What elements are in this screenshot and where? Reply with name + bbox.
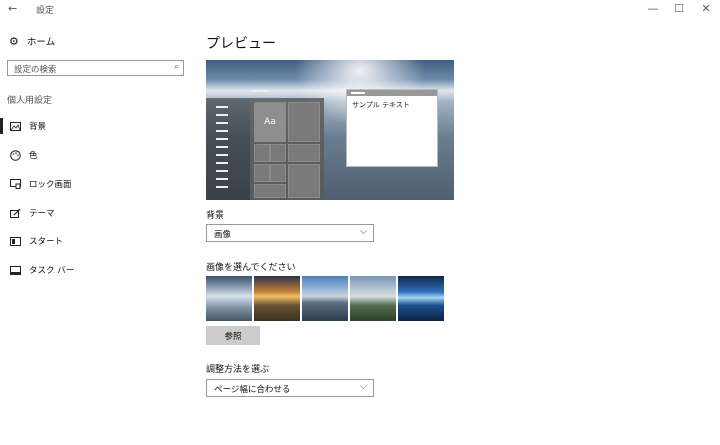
- background-dropdown[interactable]: 画像 ⌵: [206, 224, 374, 242]
- preview-window: サンプル テキスト: [346, 89, 438, 167]
- preview-heading: プレビュー: [206, 36, 276, 52]
- lock-screen-icon: [9, 179, 21, 189]
- chevron-down-icon: ⌵: [360, 382, 367, 392]
- sidebar-item-color[interactable]: 色: [0, 145, 190, 165]
- sidebar-item-lock-screen[interactable]: ロック画面: [0, 174, 190, 194]
- preview-tile-aa: Aa: [254, 102, 286, 142]
- picture-thumbnail[interactable]: [350, 276, 396, 321]
- browse-button[interactable]: 参照: [206, 326, 260, 345]
- theme-icon: [9, 208, 21, 218]
- close-button[interactable]: ✕: [699, 2, 713, 15]
- section-title: 個人用設定: [7, 96, 53, 106]
- home-link[interactable]: ⚙ ホーム: [9, 34, 56, 49]
- palette-icon: [9, 149, 21, 161]
- sidebar-item-label: スタート: [29, 237, 64, 247]
- preview-start-list: [206, 98, 250, 200]
- background-label: 背景: [206, 211, 225, 221]
- sidebar-item-start[interactable]: スタート: [0, 231, 190, 251]
- search-input[interactable]: 設定の検索 ⌕: [7, 60, 184, 76]
- chevron-down-icon: ⌵: [360, 227, 367, 237]
- taskbar-icon: [9, 265, 21, 275]
- background-dropdown-value: 画像: [214, 230, 232, 240]
- minimize-button[interactable]: —: [646, 2, 660, 15]
- sidebar: ⚙ ホーム 設定の検索 ⌕ 個人用設定 背景 色 ロック画面 テーマ スタート: [0, 18, 195, 445]
- picture-thumbnail[interactable]: [206, 276, 252, 321]
- picture-thumbnail[interactable]: [398, 276, 444, 321]
- sidebar-item-label: ロック画面: [29, 180, 72, 190]
- window-title: 設定: [36, 6, 55, 16]
- preview-window-text: サンプル テキスト: [352, 101, 410, 109]
- start-icon: [9, 236, 21, 246]
- sidebar-item-label: 色: [29, 151, 38, 161]
- sidebar-item-theme[interactable]: テーマ: [0, 203, 190, 223]
- choose-picture-label: 画像を選んでください: [206, 263, 296, 273]
- fit-label: 調整方法を選ぶ: [206, 365, 270, 375]
- preview-image: Aa サンプル テキスト: [206, 60, 454, 200]
- back-arrow-icon[interactable]: ←: [8, 2, 17, 15]
- home-label: ホーム: [26, 37, 56, 48]
- gear-icon: ⚙: [9, 34, 19, 48]
- sidebar-item-taskbar[interactable]: タスク バー: [0, 260, 190, 280]
- title-bar: ← 設定 — ☐ ✕: [0, 0, 720, 18]
- maximize-button[interactable]: ☐: [672, 2, 686, 15]
- fit-dropdown[interactable]: ページ幅に合わせる ⌵: [206, 379, 374, 397]
- fit-dropdown-value: ページ幅に合わせる: [214, 385, 291, 395]
- search-placeholder: 設定の検索: [14, 65, 57, 75]
- picture-thumbnail[interactable]: [302, 276, 348, 321]
- picture-icon: [9, 121, 21, 131]
- sidebar-item-label: テーマ: [29, 209, 55, 219]
- picture-thumbnail[interactable]: [254, 276, 300, 321]
- sidebar-item-background[interactable]: 背景: [0, 116, 190, 136]
- sidebar-item-label: 背景: [29, 122, 47, 132]
- search-icon[interactable]: ⌕: [174, 62, 179, 72]
- preview-start-tiles: Aa: [250, 90, 324, 200]
- sidebar-item-label: タスク バー: [29, 266, 75, 276]
